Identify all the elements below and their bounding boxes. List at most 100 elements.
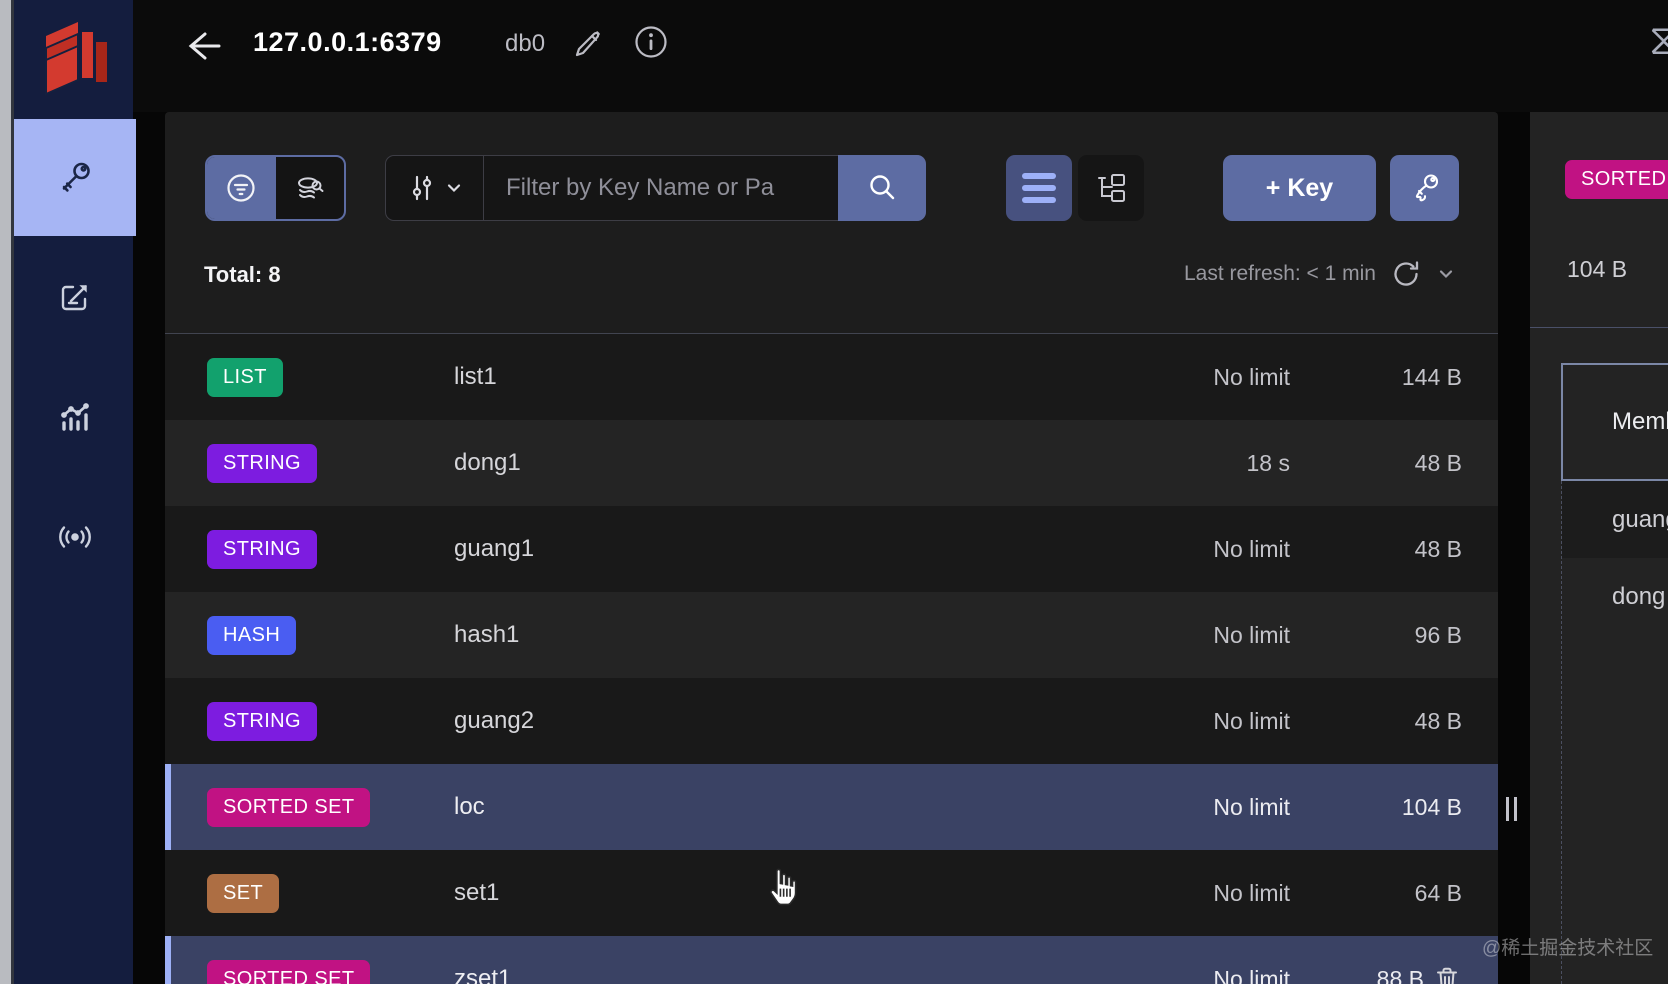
redisearch-icon [291,169,329,207]
tree-view-button[interactable] [1078,155,1144,221]
key-row[interactable]: SORTED SET loc No limit 104 B [165,764,1498,850]
key-type-badge: LIST [207,358,283,397]
window-edge-strip [0,0,11,984]
key-type-badge: SORTED SET [207,788,370,827]
key-type-badge: HASH [207,616,296,655]
filter-circle-icon [223,170,259,206]
key-ttl: No limit [1213,622,1290,649]
analytics-chart-icon [55,397,95,437]
details-divider [1530,327,1668,328]
last-refresh-label: Last refresh: < 1 min [1184,262,1376,286]
sidebar-item-browser[interactable] [14,119,136,236]
key-name: hash1 [454,621,519,649]
info-icon[interactable] [633,24,669,60]
key-type-badge: STRING [207,444,317,483]
key-size: 144 B [1402,364,1462,391]
delete-key-icon[interactable] [1432,964,1462,984]
key-size-value: 104 B [1567,256,1627,283]
back-button[interactable] [179,24,223,68]
add-key-button[interactable]: + Key [1223,155,1376,221]
key-name: guang2 [454,707,534,735]
sidebar [11,0,133,984]
key-row[interactable]: LIST list1 No limit 144 B [165,334,1498,420]
workbench-edit-icon [55,277,95,317]
refresh-icon[interactable] [1390,258,1422,290]
refresh-zone: Last refresh: < 1 min [1184,258,1456,290]
keys-table-body: LIST list1 No limit 144 B STRING dong1 18 s 48 … [165,333,1498,984]
total-keys-label: Total: 8 [204,262,281,288]
filter-by-type-dropdown[interactable] [386,156,484,220]
list-view-button[interactable] [1006,155,1072,221]
database-address: 127.0.0.1:6379 [253,27,442,58]
key-size: 104 B [1402,794,1462,821]
key-size: 48 B [1415,708,1462,735]
filter-mode-pattern-button[interactable] [207,157,276,219]
key-row[interactable]: SORTED SET zset1 No limit 88 B [165,936,1498,984]
filter-mode-redisearch-button[interactable] [276,157,345,219]
key-filter-input[interactable] [484,156,838,220]
keys-browser-panel: + Key Total: 8 Last refresh: < 1 min LIS… [165,112,1498,984]
key-row[interactable]: STRING guang2 No limit 48 B [165,678,1498,764]
key-row[interactable]: HASH hash1 No limit 96 B [165,592,1498,678]
key-size: 64 B [1415,880,1462,907]
key-filter-control [385,155,926,221]
key-ttl: No limit [1213,708,1290,735]
member-column-header-cell[interactable]: Member [1561,363,1668,481]
search-button[interactable] [838,155,926,221]
sidebar-item-analytics[interactable] [14,358,136,475]
key-type-badge: SORTED SET [207,960,370,984]
key-size: 96 B [1415,622,1462,649]
clipped-hourglass-icon: ⧖ [1649,16,1668,65]
key-name: set1 [454,879,499,907]
key-name: loc [454,793,485,821]
key-ttl: No limit [1213,794,1290,821]
key-size: 48 B [1415,450,1462,477]
juejin-watermark: @稀土掘金技术社区 [1482,933,1653,960]
key-name: guang1 [454,535,534,563]
search-icon [866,172,898,204]
list-view-icon [1022,173,1056,203]
member-row[interactable]: guang [1562,481,1668,558]
key-row[interactable]: SET set1 No limit 64 B [165,850,1498,936]
filter-mode-toggle [205,155,346,221]
key-size: 88 B [1377,966,1424,984]
bulk-key-icon [1406,169,1444,207]
key-row[interactable]: STRING dong1 18 s 48 B [165,420,1498,506]
browser-toolbar: + Key [165,112,1498,222]
member-value: guang [1612,506,1668,534]
chevron-down-icon [445,179,463,197]
key-details-panel: SORTED SET 104 B Member guang dong [1530,112,1668,984]
key-ttl: No limit [1213,966,1290,984]
key-type-badge: SORTED SET [1565,160,1668,199]
selected-row-accent [165,764,171,850]
redis-logo[interactable] [14,6,136,106]
sidebar-item-pubsub[interactable] [14,478,136,595]
refresh-settings-chevron-icon[interactable] [1436,264,1456,284]
redisinsight-browser-screen: { "topbar": { "back_arrow": "back", "add… [0,0,1668,984]
key-row[interactable]: STRING guang1 No limit 48 B [165,506,1498,592]
edit-alias-pencil-icon[interactable] [571,26,605,60]
connection-topbar: 127.0.0.1:6379 db0 ⧖ [133,0,1668,112]
key-type-badge: SET [207,874,279,913]
key-ttl: No limit [1213,880,1290,907]
view-mode-toggle [1006,155,1144,221]
sliders-icon [407,172,437,204]
selected-row-accent [165,936,171,984]
panel-resize-handle[interactable] [1506,797,1517,821]
pubsub-broadcast-icon [55,517,95,557]
key-ttl: No limit [1213,536,1290,563]
database-alias: db0 [505,30,545,58]
key-ttl: No limit [1213,364,1290,391]
key-ttl: 18 s [1247,450,1290,477]
key-type-badge: STRING [207,702,317,741]
key-name: list1 [454,363,497,391]
member-value: dong [1612,583,1665,611]
sidebar-item-workbench[interactable] [14,238,136,355]
key-type-badge: STRING [207,530,317,569]
key-name: dong1 [454,449,521,477]
member-row[interactable]: dong [1562,558,1668,635]
bulk-actions-button[interactable] [1390,155,1459,221]
key-name: zset1 [454,965,511,984]
tree-view-icon [1092,169,1130,207]
key-size: 48 B [1415,536,1462,563]
